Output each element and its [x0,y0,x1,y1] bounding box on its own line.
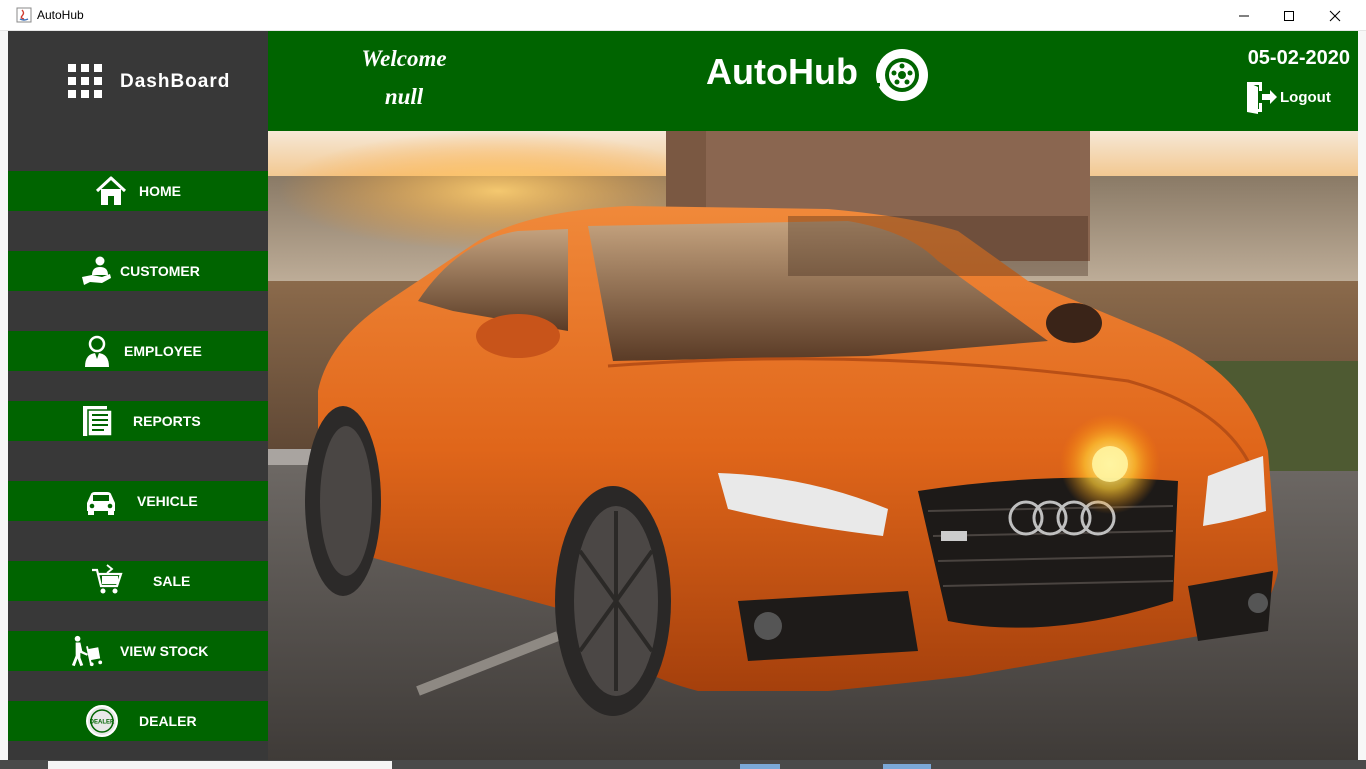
cart-icon [90,564,124,597]
sidebar: DashBoard HOME CUSTOMER EMPLOYEE REPORTS… [8,31,268,761]
java-app-icon [16,7,32,23]
minimize-button[interactable] [1221,0,1267,31]
sidebar-item-home[interactable]: HOME [8,171,268,211]
sidebar-item-label: VEHICLE [137,493,198,509]
window-title: AutoHub [37,8,84,22]
sidebar-item-view-stock[interactable]: VIEW STOCK [8,631,268,671]
tire-logo-icon [866,49,928,101]
sidebar-item-reports[interactable]: REPORTS [8,401,268,441]
logout-button[interactable]: Logout [1244,79,1354,115]
close-button[interactable] [1312,0,1358,31]
sidebar-item-employee[interactable]: EMPLOYEE [8,331,268,371]
dashboard-title: DashBoard [120,71,231,92]
maximize-button[interactable] [1266,0,1312,31]
top-header: Welcome null AutoHub 05-02-2020 Logout [268,31,1358,131]
sidebar-item-label: SALE [153,573,191,589]
dashboard-header: DashBoard [8,31,268,131]
brand-title: AutoHub [706,51,858,92]
close-icon [1329,10,1341,21]
current-date: 05-02-2020 [1247,47,1350,69]
welcome-username: null [384,84,424,109]
welcome-label: Welcome [361,46,447,71]
app-window: AutoHub DashBoard HOME CUSTOMER EMPLOYEE… [0,0,1366,769]
window-right-edge [1358,31,1366,761]
sidebar-item-label: REPORTS [133,413,201,429]
title-bar: AutoHub [0,0,1366,31]
apps-grid-icon [68,64,102,98]
taskbar-search-field[interactable] [48,761,392,769]
sidebar-item-label: EMPLOYEE [124,343,202,359]
minimize-icon [1239,15,1249,16]
sidebar-item-label: VIEW STOCK [120,643,209,659]
sidebar-item-sale[interactable]: SALE [8,561,268,601]
window-left-edge [0,31,8,761]
sidebar-item-vehicle[interactable]: VEHICLE [8,481,268,521]
stock-trolley-icon [70,635,104,667]
taskbar-app-indicator[interactable] [883,764,931,769]
taskbar-app-indicator[interactable] [740,764,780,769]
reports-icon [80,405,114,437]
hero-car-image [268,131,1358,760]
dealer-badge-icon: DEALER [85,705,119,737]
svg-text:DEALER: DEALER [90,720,115,726]
sidebar-item-label: HOME [139,183,181,199]
car-photo [268,131,1358,760]
employee-icon [80,335,114,367]
logout-icon [1247,82,1277,114]
car-icon [84,485,118,517]
sidebar-item-label: CUSTOMER [120,263,200,279]
welcome-message: Welcome null [354,40,454,116]
sidebar-item-dealer[interactable]: DEALER DEALER [8,701,268,741]
customer-icon [80,255,114,287]
home-icon [94,175,128,207]
sidebar-item-label: DEALER [139,713,197,729]
sidebar-item-customer[interactable]: CUSTOMER [8,251,268,291]
logout-label: Logout [1280,88,1331,106]
maximize-icon [1284,10,1294,21]
